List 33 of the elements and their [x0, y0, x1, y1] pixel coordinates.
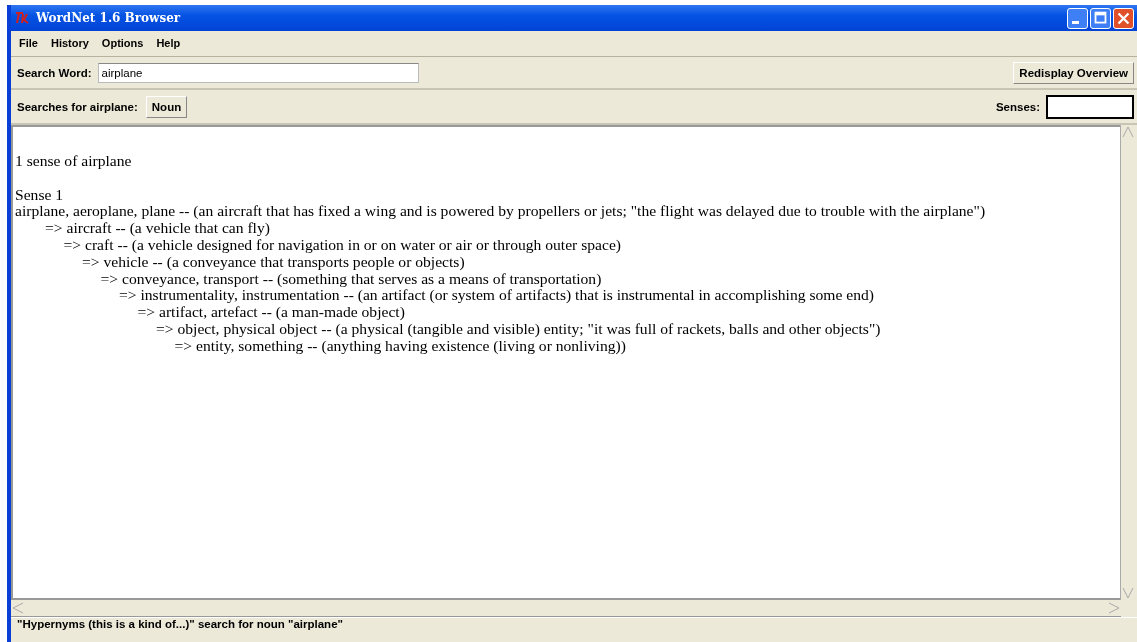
search-field[interactable]: airplane: [97, 62, 419, 83]
hypernym-line: => instrumentality, instrumentation -- (an artifact (or system of artifacts) that is instrumental in accomplishing some end): [119, 287, 875, 305]
scroll-left-icon[interactable]: [11, 601, 25, 615]
menu-item[interactable]: File: [19, 35, 38, 52]
scroll-right-icon[interactable]: [1107, 601, 1121, 615]
senses-field[interactable]: [1046, 94, 1134, 119]
hypernym-line: => artifact, artefact -- (a man-made object): [137, 304, 406, 321]
menu-item[interactable]: Options: [101, 35, 144, 52]
app-icon: [15, 11, 31, 25]
senses-label: Senses:: [995, 100, 1040, 113]
hypernym-line: => aircraft -- (a vehicle that can fly): [45, 220, 271, 237]
search-word-label: Search Word:: [17, 66, 92, 79]
redisplay-overview-button[interactable]: Redisplay Overview: [1013, 61, 1134, 84]
noun-button[interactable]: Noun: [145, 95, 188, 118]
hypernym-line: => object, physical object -- (a physical (tangible and visible) entity; "it was full of rackets, balls and other objects"): [156, 320, 882, 338]
close-button[interactable]: [1113, 7, 1134, 29]
window-title: WordNet 1.6 Browser: [36, 11, 181, 25]
searches-label: Searches for airplane:: [17, 100, 138, 113]
hypernym-line: => vehicle -- (a conveyance that transports people or objects): [82, 253, 466, 271]
menu-item[interactable]: Help: [156, 35, 181, 52]
status-bar: "Hypernyms (this is a kind of...)" search for noun "airplane": [11, 617, 1137, 642]
minimize-icon: [1072, 20, 1079, 24]
scroll-up-icon[interactable]: [1121, 125, 1135, 139]
maximize-button[interactable]: [1090, 7, 1111, 29]
hypernym-line: => conveyance, transport -- (something that serves as a means of transportation): [100, 270, 603, 288]
scroll-down-icon[interactable]: [1121, 586, 1135, 600]
sense-count-text: 1 sense of airplane: [15, 153, 133, 170]
menu-item[interactable]: History: [50, 35, 89, 52]
hypernym-line: => craft -- (a vehicle designed for navigation in or on water or air or through outer space): [63, 237, 623, 254]
sense-label: Sense 1: [15, 186, 65, 204]
hypernym-line: => entity, something -- (anything having existence (living or nonliving)): [174, 337, 627, 355]
synset-entry: airplane, aeroplane, plane -- (an aircraft that has fixed a wing and is powered by propellers or jets; "the flight was delayed due to trouble with the airplane"): [15, 203, 987, 221]
minimize-button[interactable]: [1067, 7, 1088, 29]
